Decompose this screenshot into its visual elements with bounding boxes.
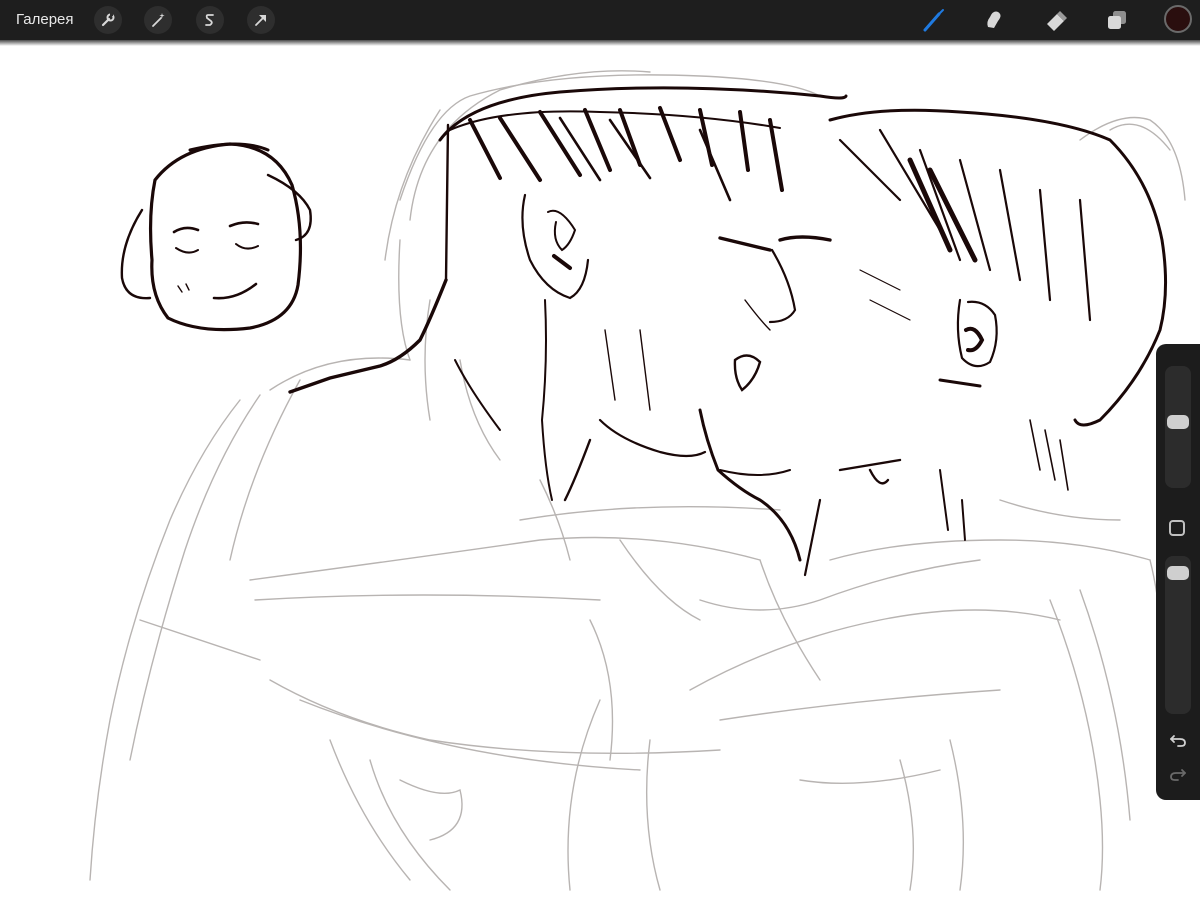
brush-icon	[923, 9, 944, 32]
layers-button[interactable]	[1101, 4, 1133, 36]
arrow-cursor-icon	[255, 15, 266, 26]
brush-size-thumb[interactable]	[1167, 414, 1189, 429]
brush-button[interactable]	[918, 4, 950, 36]
modify-square-button[interactable]	[1169, 520, 1185, 536]
opacity-thumb[interactable]	[1167, 565, 1189, 580]
adjustments-button[interactable]	[144, 6, 172, 34]
gallery-button[interactable]: Галерея	[16, 11, 74, 29]
undo-button[interactable]	[1166, 728, 1190, 752]
wrench-icon	[101, 13, 115, 27]
selection-s-icon	[205, 14, 214, 26]
right-figure-ink	[698, 108, 1168, 577]
sketch-layer	[89, 70, 1186, 891]
side-panel	[1156, 344, 1200, 800]
drawing-canvas[interactable]	[0, 46, 1200, 900]
smudge-icon	[987, 11, 1001, 28]
opacity-slider[interactable]	[1165, 556, 1191, 714]
color-picker-button[interactable]	[1164, 5, 1192, 33]
actions-button[interactable]	[94, 6, 122, 34]
undo-icon	[1170, 735, 1186, 747]
ink-layer	[120, 86, 1168, 577]
transform-button[interactable]	[247, 6, 275, 34]
magic-wand-icon	[152, 13, 165, 27]
eraser-button[interactable]	[1040, 4, 1072, 36]
eraser-icon	[1047, 11, 1067, 31]
left-figure-ink	[288, 86, 848, 502]
layers-icon	[1108, 11, 1126, 29]
selection-button[interactable]	[196, 6, 224, 34]
chibi-head-sketch	[120, 142, 312, 332]
redo-button[interactable]	[1166, 762, 1190, 786]
redo-icon	[1170, 769, 1186, 781]
smudge-button[interactable]	[978, 4, 1010, 36]
brush-size-slider[interactable]	[1165, 366, 1191, 488]
top-toolbar: Галерея	[0, 0, 1200, 40]
